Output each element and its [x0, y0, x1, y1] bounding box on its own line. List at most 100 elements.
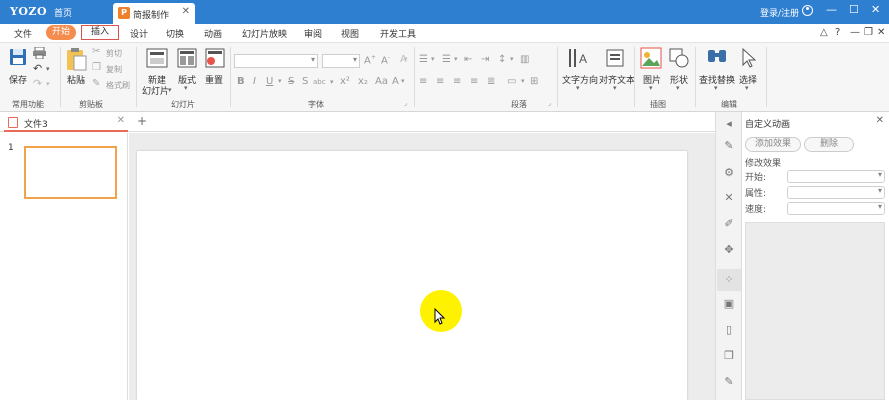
italic-icon[interactable]: I: [253, 76, 256, 87]
decrease-indent-icon[interactable]: ⇤: [464, 54, 472, 65]
format-painter-label[interactable]: 格式刷: [106, 80, 130, 91]
line-spacing-dropdown-icon[interactable]: ▾: [510, 55, 514, 63]
vertical-align-icon[interactable]: ⊞: [530, 76, 538, 87]
close-doc-icon[interactable]: ✕: [877, 27, 885, 38]
menu-slideshow[interactable]: 幻灯片放映: [242, 27, 287, 40]
bullets-icon[interactable]: ☰: [419, 54, 428, 65]
panel-close-icon[interactable]: ✕: [876, 115, 884, 126]
print-icon[interactable]: [33, 47, 46, 59]
user-icon[interactable]: [802, 5, 813, 16]
superscript-icon[interactable]: x²: [340, 76, 350, 87]
scissors-icon[interactable]: ✂: [92, 46, 100, 57]
picture-dropdown-icon[interactable]: ▾: [649, 84, 653, 92]
shadow-icon[interactable]: S: [302, 76, 308, 87]
menu-design[interactable]: 设计: [130, 27, 148, 40]
select-cursor-icon[interactable]: [740, 47, 758, 69]
subscript-icon[interactable]: x₂: [358, 76, 368, 87]
format-painter-icon[interactable]: ✎: [92, 78, 100, 89]
speed-select[interactable]: [787, 202, 885, 215]
undo-icon[interactable]: ↶: [33, 62, 42, 75]
font-dialog-launcher-icon[interactable]: ⌟: [404, 99, 407, 107]
new-tab-button[interactable]: +: [137, 114, 147, 128]
help-icon[interactable]: ?: [835, 27, 840, 38]
doc-tab[interactable]: P 简报制作 ✕: [113, 3, 195, 24]
find-replace-icon[interactable]: [706, 47, 728, 69]
slide-canvas[interactable]: [137, 151, 687, 400]
clear-format-dropdown-icon[interactable]: ▾: [404, 55, 408, 63]
text-direction-label[interactable]: 文字方向: [562, 73, 598, 86]
move-icon[interactable]: ✥: [723, 244, 735, 256]
layout-dropdown-icon[interactable]: ▾: [184, 84, 188, 92]
menu-file[interactable]: 文件: [14, 27, 32, 40]
reset-label[interactable]: 重置: [205, 73, 223, 86]
save-icon[interactable]: [9, 48, 27, 66]
text-direction-icon[interactable]: A: [567, 47, 589, 69]
char-spacing-icon[interactable]: abc: [313, 78, 326, 86]
menu-review[interactable]: 审阅: [304, 27, 322, 40]
justify-icon[interactable]: ≡: [470, 76, 478, 87]
menu-insert[interactable]: 插入: [81, 25, 119, 40]
increase-indent-icon[interactable]: ⇥: [481, 54, 489, 65]
brush-icon[interactable]: ✐: [723, 218, 735, 230]
settings-sliders-icon[interactable]: ⚙: [723, 167, 735, 179]
align-text-dropdown-icon[interactable]: ▾: [613, 84, 617, 92]
menu-devtools[interactable]: 开发工具: [380, 27, 416, 40]
collapse-pane-icon[interactable]: ◂: [723, 118, 735, 130]
shrink-font-icon[interactable]: A-: [381, 54, 390, 66]
numbering-dropdown-icon[interactable]: ▾: [454, 55, 458, 63]
copy-pages-icon[interactable]: ❐: [723, 350, 735, 362]
bullets-dropdown-icon[interactable]: ▾: [431, 55, 435, 63]
close-tab-icon[interactable]: ✕: [117, 115, 125, 126]
new-slide-icon[interactable]: [146, 48, 168, 68]
paste-icon[interactable]: [65, 47, 87, 71]
menu-animation[interactable]: 动画: [204, 27, 222, 40]
paste-dropdown-icon[interactable]: ▾: [81, 77, 85, 85]
clipboard-icon[interactable]: ▯: [723, 324, 735, 336]
delete-effect-button[interactable]: 删除: [804, 137, 854, 152]
start-select[interactable]: [787, 170, 885, 183]
text-box-dropdown-icon[interactable]: ▾: [521, 77, 525, 85]
align-right-icon[interactable]: ≡: [453, 76, 461, 87]
close-window-button[interactable]: ✕: [871, 3, 880, 16]
collapse-ribbon-icon[interactable]: △: [820, 27, 828, 38]
align-center-icon[interactable]: ≡: [436, 76, 444, 87]
property-select[interactable]: [787, 186, 885, 199]
distribute-icon[interactable]: ≣: [487, 76, 495, 87]
minimize-button[interactable]: —: [826, 3, 837, 16]
maximize-button[interactable]: ☐: [849, 3, 859, 16]
align-left-icon[interactable]: ≡: [419, 76, 427, 87]
undo-dropdown-icon[interactable]: ▾: [46, 65, 50, 73]
transition-icon[interactable]: ▣: [723, 298, 735, 310]
shape-icon[interactable]: [668, 47, 690, 69]
char-spacing-dropdown-icon[interactable]: ▾: [330, 78, 334, 86]
minimize-doc-icon[interactable]: —: [850, 27, 860, 38]
reset-icon[interactable]: [205, 48, 225, 68]
line-spacing-icon[interactable]: ↕: [498, 54, 506, 65]
menu-view[interactable]: 视图: [341, 27, 359, 40]
change-case-icon[interactable]: Aa: [375, 76, 388, 87]
strikethrough-icon[interactable]: S: [288, 76, 294, 87]
find-replace-dropdown-icon[interactable]: ▾: [714, 84, 718, 92]
new-slide-dropdown-icon[interactable]: ▾: [168, 86, 172, 94]
copy-label[interactable]: 复制: [106, 64, 122, 75]
text-box-icon[interactable]: ▭: [507, 76, 516, 87]
font-color-icon[interactable]: A: [392, 76, 399, 87]
slide-thumbnail[interactable]: [24, 146, 117, 199]
animation-list[interactable]: [745, 222, 885, 400]
restore-doc-icon[interactable]: ❐: [864, 27, 873, 38]
login-link[interactable]: 登录/注册: [760, 6, 799, 19]
tools-icon[interactable]: ✕: [723, 192, 735, 204]
underline-icon[interactable]: U: [266, 76, 273, 87]
picture-icon[interactable]: [640, 47, 662, 69]
layout-icon[interactable]: [177, 48, 197, 68]
file-tab[interactable]: 文件3 ✕: [4, 114, 128, 132]
copy-icon[interactable]: ❐: [92, 62, 101, 73]
font-color-dropdown-icon[interactable]: ▾: [401, 77, 405, 85]
pen-icon[interactable]: ✎: [723, 140, 735, 152]
redo-dropdown-icon[interactable]: ▾: [46, 80, 50, 88]
custom-animation-icon[interactable]: ⁘: [723, 274, 735, 286]
numbering-icon[interactable]: ☰: [442, 54, 451, 65]
columns-icon[interactable]: ▥: [520, 54, 529, 65]
paragraph-dialog-launcher-icon[interactable]: ⌟: [548, 99, 551, 107]
new-slide-label-2[interactable]: 幻灯片: [142, 84, 169, 97]
